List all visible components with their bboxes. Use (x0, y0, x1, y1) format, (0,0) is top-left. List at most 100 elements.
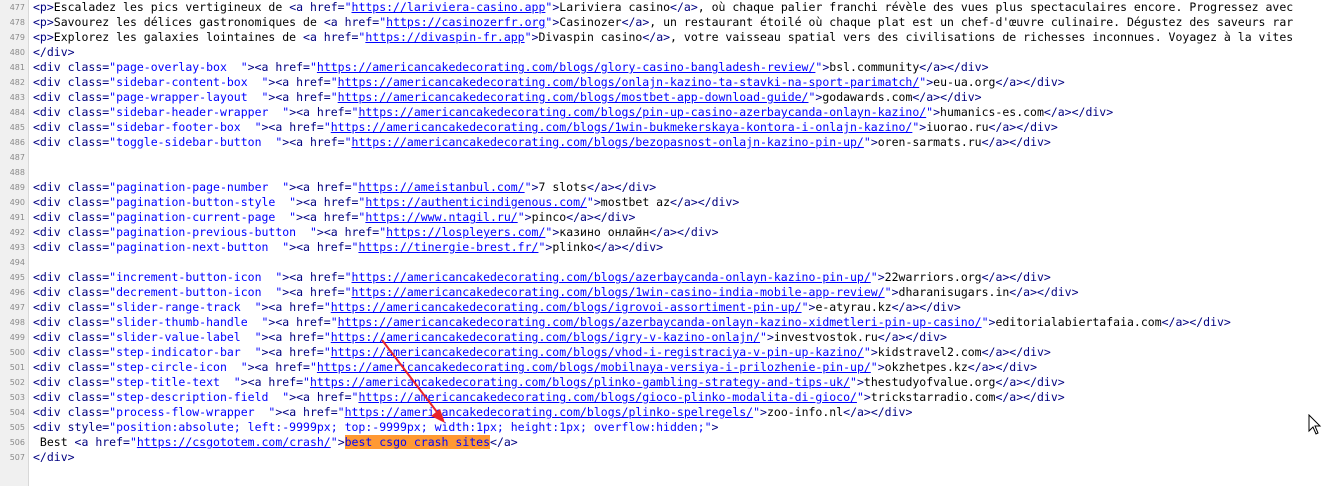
code-tag: </a></div> (1009, 285, 1079, 299)
code-line[interactable]: 494 (0, 255, 1333, 270)
code-tag: <p> (33, 0, 54, 14)
line-number: 506 (9, 438, 25, 447)
code-line[interactable]: 490 <div class="pagination-button-style "… (0, 195, 1333, 210)
code-value: " (801, 300, 809, 314)
code-line[interactable]: 495 <div class="increment-button-icon "><… (0, 270, 1333, 285)
code-line[interactable]: 493 <div class="pagination-next-button ">… (0, 240, 1333, 255)
code-tag: </a></div> (891, 300, 961, 314)
code-line[interactable]: 500 <div class="step-indicator-bar "><a h… (0, 345, 1333, 360)
code-link[interactable]: https://americancakedecorating.com/blogs… (331, 345, 864, 359)
code-line[interactable]: 483 <div class="page-wrapper-layout "><a … (0, 90, 1333, 105)
code-link[interactable]: https://americancakedecorating.com/blogs… (310, 375, 850, 389)
code-tag: </a> (621, 15, 650, 29)
code-line[interactable]: 482 <div class="sidebar-content-box "><a … (0, 75, 1333, 90)
code-tag: ><a href= (289, 105, 352, 119)
code-link[interactable]: https://americancakedecorating.com/blogs… (331, 330, 760, 344)
code-line[interactable]: 502 <div class="step-title-text "><a href… (0, 375, 1333, 390)
code-value: "step-indicator-bar " (109, 345, 262, 359)
code-tag: </a></div> (981, 345, 1051, 359)
code-line[interactable]: 487 (0, 150, 1333, 165)
code-link[interactable]: https://americancakedecorating.com/blogs… (317, 360, 871, 374)
code-line[interactable]: 479 <p>Explorez les galaxies lointaines d… (0, 30, 1333, 45)
code-text: , un restaurant étoilé où chaque plat es… (649, 15, 1294, 29)
code-link[interactable]: https://americancakedecorating.com/blogs… (317, 60, 816, 74)
code-line[interactable]: 506 Best <a href="https://csgototem.com/… (0, 435, 1333, 450)
code-value: " (524, 180, 532, 194)
code-link[interactable]: https://americancakedecorating.com/blogs… (338, 75, 920, 89)
code-link[interactable]: https://lospleyers.com/ (386, 225, 545, 239)
code-tag: </a></div> (995, 375, 1065, 389)
code-value: "slider-thumb-handle " (109, 315, 269, 329)
code-tag: </a></div> (1161, 315, 1231, 329)
code-line[interactable]: 505 <div style="position:absolute; left:-… (0, 420, 1333, 435)
code-link[interactable]: https://americancakedecorating.com/blogs… (352, 285, 885, 299)
code-line-text: <div class="pagination-next-button "><a … (33, 240, 663, 255)
code-link[interactable]: https://casinozerfr.org (386, 15, 545, 29)
code-link[interactable]: https://americancakedecorating.com/blogs… (358, 390, 857, 404)
code-line[interactable]: 504 <div class="process-flow-wrapper "><a… (0, 405, 1333, 420)
code-link[interactable]: https://americancakedecorating.com/blogs… (338, 315, 982, 329)
code-line[interactable]: 486 <div class="toggle-sidebar-button "><… (0, 135, 1333, 150)
code-value: "toggle-sidebar-button " (109, 135, 283, 149)
code-link[interactable]: https://www.ntagil.ru/ (365, 210, 517, 224)
code-link[interactable]: https://americancakedecorating.com/blogs… (358, 105, 926, 119)
code-line[interactable]: 480 </div> (0, 45, 1333, 60)
code-link[interactable]: https://americancakedecorating.com/blogs… (331, 120, 913, 134)
code-link[interactable]: https://americancakedecorating.com/blogs… (345, 405, 754, 419)
code-link[interactable]: https://csgototem.com/crash/ (137, 435, 331, 449)
code-tag: ><a href= (289, 180, 352, 194)
code-tag: ><a href= (268, 90, 331, 104)
code-text: , votre vaisseau spatial vers des civili… (670, 30, 1294, 44)
code-tag: </a></div> (981, 135, 1051, 149)
code-tag: > (856, 375, 864, 389)
code-line[interactable]: 503 <div class="step-description-field ">… (0, 390, 1333, 405)
code-line-text: <p>Escaladez les pics vertigineux de <a … (33, 0, 1293, 15)
code-line[interactable]: 477 <p>Escaladez les pics vertigineux de … (0, 0, 1333, 15)
code-line[interactable]: 499 <div class="slider-value-label "><a h… (0, 330, 1333, 345)
code-line[interactable]: 478 <p>Savourez les délices gastronomique… (0, 15, 1333, 30)
code-tag: <div (33, 180, 68, 194)
code-link[interactable]: https://americancakedecorating.com/blogs… (352, 135, 864, 149)
code-line-text: <div class="decrement-button-icon "><a h… (33, 285, 1079, 300)
line-number: 487 (9, 153, 25, 162)
code-tag: ><a href= (261, 330, 324, 344)
code-value: " (863, 345, 871, 359)
code-line[interactable]: 498 <div class="slider-thumb-handle "><a … (0, 315, 1333, 330)
code-link[interactable]: https://tinergie-brest.fr/ (358, 240, 538, 254)
code-link[interactable]: https://ameistanbul.com/ (358, 180, 524, 194)
code-line-text: <div class="step-circle-icon "><a href="… (33, 360, 1037, 375)
code-line[interactable]: 488 (0, 165, 1333, 180)
code-text: bsl.community (829, 60, 920, 74)
code-text: , où chaque palier franchi révèle des vu… (697, 0, 1294, 14)
code-tag: ><a href= (247, 60, 310, 74)
code-line[interactable]: 489 <div class="pagination-page-number ">… (0, 180, 1333, 195)
code-line[interactable]: 501 <div class="step-circle-icon "><a hre… (0, 360, 1333, 375)
code-line[interactable]: 507 </div> (0, 450, 1333, 465)
line-number: 485 (9, 123, 25, 132)
code-attribute: class= (67, 240, 110, 254)
code-line[interactable]: 492 <div class="pagination-previous-butto… (0, 225, 1333, 240)
line-number: 482 (9, 78, 25, 87)
code-text: eu-ua.org (933, 75, 996, 89)
code-tag: <div (33, 120, 68, 134)
code-link[interactable]: https://americancakedecorating.com/blogs… (331, 300, 802, 314)
code-link[interactable]: https://lariviera-casino.app (352, 0, 546, 14)
code-link[interactable]: https://americancakedecorating.com/blogs… (352, 270, 871, 284)
line-number: 500 (9, 348, 25, 357)
code-line[interactable]: 485 <div class="sidebar-footer-box "><a h… (0, 120, 1333, 135)
code-link[interactable]: https://authenticindigenous.com/ (365, 195, 587, 209)
code-line[interactable]: 496 <div class="decrement-button-icon "><… (0, 285, 1333, 300)
line-number: 477 (9, 3, 25, 12)
code-line[interactable]: 491 <div class="pagination-current-page "… (0, 210, 1333, 225)
code-value: "sidebar-footer-box " (109, 120, 262, 134)
code-text: zoo-info.nl (766, 405, 844, 419)
code-value: "step-circle-icon " (109, 360, 248, 374)
code-line[interactable]: 481 <div class="page-overlay-box "><a hre… (0, 60, 1333, 75)
code-tag: > (711, 420, 719, 434)
code-value: " (344, 135, 352, 149)
line-number: 488 (9, 168, 25, 177)
code-line[interactable]: 497 <div class="slider-range-track "><a h… (0, 300, 1333, 315)
code-link[interactable]: https://divaspin-fr.app (365, 30, 524, 44)
code-line[interactable]: 484 <div class="sidebar-header-wrapper ">… (0, 105, 1333, 120)
code-link[interactable]: https://americancakedecorating.com/blogs… (338, 90, 809, 104)
